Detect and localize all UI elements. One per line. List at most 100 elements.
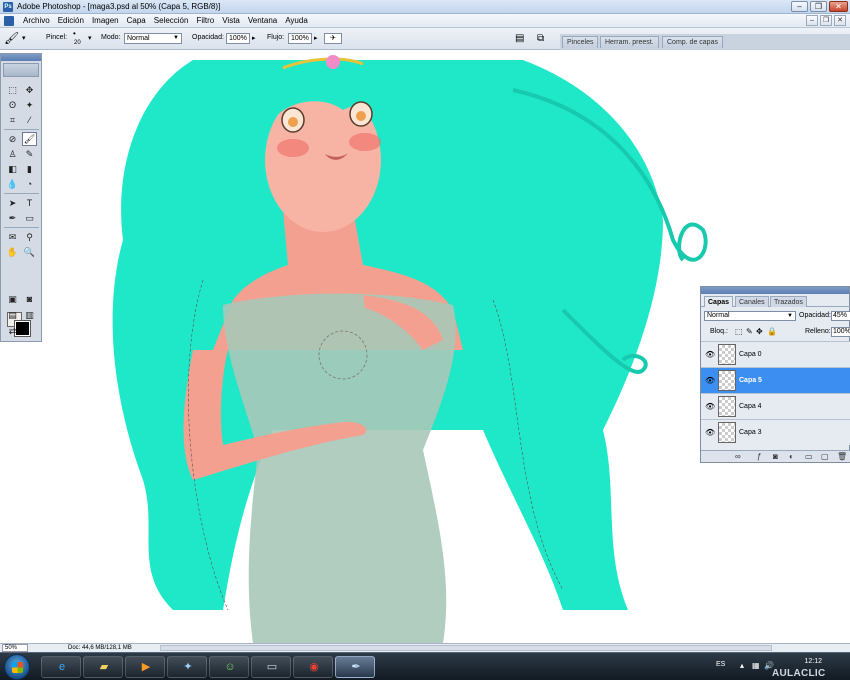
doc-restore-button[interactable]: ❐ bbox=[820, 15, 832, 26]
new-group-icon[interactable]: ▭ bbox=[805, 452, 813, 461]
pen-tool-icon[interactable]: ✒ bbox=[5, 211, 20, 225]
tray-arrow-icon[interactable]: ▴ bbox=[740, 661, 744, 670]
menu-ayuda[interactable]: Ayuda bbox=[281, 16, 312, 25]
maximize-button[interactable]: ❐ bbox=[810, 1, 827, 12]
clock[interactable]: 12:12 bbox=[804, 657, 822, 666]
lasso-tool-icon[interactable]: ʘ bbox=[5, 98, 20, 112]
menu-imagen[interactable]: Imagen bbox=[88, 16, 123, 25]
start-button[interactable] bbox=[4, 654, 30, 680]
toolbox-titlebar[interactable] bbox=[1, 54, 41, 61]
lock-pixels-icon[interactable]: ✎ bbox=[746, 327, 753, 336]
move-tool-icon[interactable]: ✥ bbox=[22, 83, 37, 97]
taskbar-explorer[interactable]: ▰ bbox=[83, 656, 123, 678]
flow-slider-arrow[interactable]: ▸ bbox=[314, 34, 318, 42]
magic-wand-tool-icon[interactable]: ✦ bbox=[22, 98, 37, 112]
brush-dropdown-arrow[interactable]: ▾ bbox=[88, 34, 92, 42]
eraser-tool-icon[interactable]: ◧ bbox=[5, 162, 20, 176]
layer-mask-icon[interactable]: ◙ bbox=[773, 452, 778, 461]
lock-transparency-icon[interactable]: ⬚ bbox=[735, 327, 743, 336]
palette-tab-comp-capas[interactable]: Comp. de capas bbox=[662, 36, 723, 48]
shape-tool-icon[interactable]: ▭ bbox=[22, 211, 37, 225]
screen-mode-standard-icon[interactable]: ▤ bbox=[5, 308, 20, 322]
taskbar-photoshop[interactable]: ✒ bbox=[335, 656, 375, 678]
lock-position-icon[interactable]: ✥ bbox=[756, 327, 763, 336]
slice-tool-icon[interactable]: ⁄ bbox=[22, 113, 37, 127]
quick-mask-icon[interactable]: ◙ bbox=[22, 292, 37, 306]
crop-tool-icon[interactable]: ⌗ bbox=[5, 113, 20, 127]
layer-opacity-input[interactable]: 45% bbox=[831, 311, 850, 321]
fill-input[interactable]: 100% bbox=[831, 327, 850, 337]
file-browser-icon[interactable]: ▤ bbox=[515, 33, 524, 44]
brush-tool-icon[interactable]: 🖌 bbox=[22, 132, 37, 146]
language-indicator[interactable]: ES bbox=[716, 661, 725, 668]
tab-capas[interactable]: Capas bbox=[704, 296, 734, 307]
zoom-tool-icon[interactable]: 🔍 bbox=[22, 245, 37, 259]
blur-tool-icon[interactable]: 💧 bbox=[5, 177, 20, 191]
palette-tab-herram-preest[interactable]: Herram. preest. bbox=[600, 36, 659, 48]
document-menu-icon[interactable] bbox=[4, 16, 14, 26]
flow-input[interactable]: 100% bbox=[288, 33, 312, 44]
menu-ventana[interactable]: Ventana bbox=[244, 16, 281, 25]
layer-style-icon[interactable]: ƒ bbox=[757, 452, 761, 461]
layer-row-capa-5[interactable]: 👁 Capa 5 bbox=[701, 367, 850, 393]
tab-canales[interactable]: Canales bbox=[735, 296, 769, 307]
taskbar-media-player[interactable]: ▶ bbox=[125, 656, 165, 678]
dodge-tool-icon[interactable]: ◔ bbox=[22, 177, 37, 191]
network-icon[interactable]: ▦ bbox=[752, 661, 760, 670]
layers-panel-titlebar[interactable] bbox=[701, 287, 849, 294]
link-layers-icon[interactable]: ∞ bbox=[735, 452, 741, 461]
palette-tab-pinceles[interactable]: Pinceles bbox=[562, 36, 599, 48]
brush-tool-preset-icon[interactable]: 🖌 bbox=[4, 31, 19, 45]
menu-filtro[interactable]: Filtro bbox=[192, 16, 218, 25]
marquee-tool-icon[interactable]: ⬚ bbox=[5, 83, 20, 97]
taskbar-internet-explorer[interactable]: e bbox=[41, 656, 81, 678]
menu-edicion[interactable]: Edición bbox=[54, 16, 88, 25]
healing-brush-tool-icon[interactable]: ⊘ bbox=[5, 132, 20, 146]
taskbar-chrome[interactable]: ◉ bbox=[293, 656, 333, 678]
brush-tip-icon[interactable]: • bbox=[73, 29, 76, 38]
close-button[interactable]: ✕ bbox=[829, 1, 848, 12]
clone-stamp-tool-icon[interactable]: ♙ bbox=[5, 147, 20, 161]
menu-capa[interactable]: Capa bbox=[123, 16, 150, 25]
notes-tool-icon[interactable]: ✉ bbox=[5, 230, 20, 244]
opacity-input[interactable]: 100% bbox=[226, 33, 250, 44]
screen-mode-full-icon[interactable]: ▥ bbox=[22, 308, 37, 322]
airbrush-toggle-icon[interactable]: ✈ bbox=[324, 33, 342, 44]
layer-row-capa-0[interactable]: 👁 Capa 0 bbox=[701, 341, 850, 367]
zoom-level-input[interactable]: 50% bbox=[2, 644, 28, 652]
menu-archivo[interactable]: Archivo bbox=[19, 16, 54, 25]
preset-dropdown-arrow[interactable]: ▾ bbox=[22, 34, 26, 42]
taskbar-app-6[interactable]: ▭ bbox=[251, 656, 291, 678]
new-layer-icon[interactable]: ▢ bbox=[821, 452, 829, 461]
eyedropper-tool-icon[interactable]: ⚲ bbox=[22, 230, 37, 244]
tab-trazados[interactable]: Trazados bbox=[770, 296, 807, 307]
eye-icon[interactable]: 👁 bbox=[705, 402, 715, 411]
taskbar-messenger[interactable]: ☺ bbox=[209, 656, 249, 678]
taskbar-app-4[interactable]: ✦ bbox=[167, 656, 207, 678]
history-brush-tool-icon[interactable]: ✎ bbox=[22, 147, 37, 161]
eye-icon[interactable]: 👁 bbox=[705, 350, 715, 359]
path-selection-tool-icon[interactable]: ➤ bbox=[5, 196, 20, 210]
eye-icon[interactable]: 👁 bbox=[705, 428, 715, 437]
gradient-tool-icon[interactable]: ▮ bbox=[22, 162, 37, 176]
trash-icon[interactable]: 🗑 bbox=[837, 452, 847, 461]
eye-icon[interactable]: 👁 bbox=[705, 376, 715, 385]
layer-row-capa-4[interactable]: 👁 Capa 4 bbox=[701, 393, 850, 419]
feather-logo[interactable] bbox=[3, 63, 39, 77]
horizontal-scrollbar[interactable] bbox=[160, 645, 772, 651]
opacity-slider-arrow[interactable]: ▸ bbox=[252, 34, 256, 42]
jump-to-imageready-icon[interactable]: ⇄ bbox=[5, 324, 20, 338]
doc-minimize-button[interactable]: – bbox=[806, 15, 818, 26]
menu-seleccion[interactable]: Selección bbox=[150, 16, 193, 25]
document-size[interactable]: Doc: 44,6 MB/128,1 MB bbox=[68, 644, 132, 652]
standard-mode-icon[interactable]: ▣ bbox=[5, 292, 20, 306]
type-tool-icon[interactable]: T bbox=[22, 196, 37, 210]
doc-close-button[interactable]: ✕ bbox=[834, 15, 846, 26]
palette-well-icon[interactable]: ⧉ bbox=[537, 33, 544, 44]
layer-row-capa-3[interactable]: 👁 Capa 3 bbox=[701, 419, 850, 445]
menu-vista[interactable]: Vista bbox=[218, 16, 244, 25]
hand-tool-icon[interactable]: ✋ bbox=[5, 245, 20, 259]
lock-all-icon[interactable]: 🔒 bbox=[767, 327, 777, 336]
blend-mode-select[interactable]: Normal ▼ bbox=[704, 311, 796, 321]
new-adjustment-layer-icon[interactable]: ◐ bbox=[789, 452, 794, 461]
